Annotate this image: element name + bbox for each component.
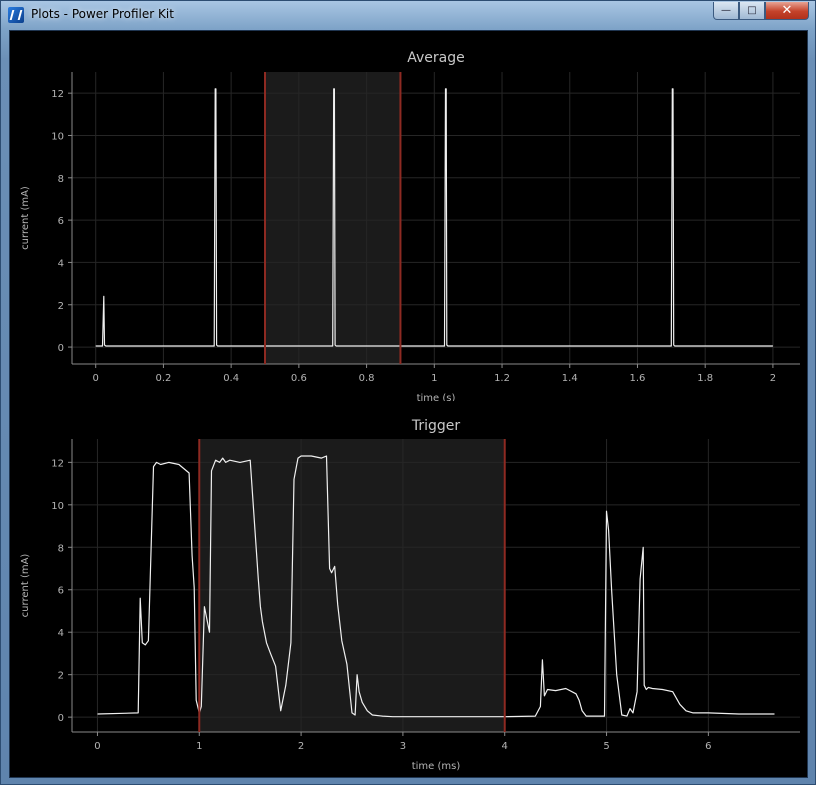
y-axis-label: current (mA) [20, 186, 31, 250]
close-button[interactable]: ✕ [765, 2, 809, 20]
x-tick-label: 0 [93, 373, 99, 384]
y-tick-label: 12 [51, 89, 64, 100]
chart-title: Average [407, 50, 465, 66]
y-tick-label: 4 [58, 628, 64, 639]
y-tick-label: 6 [58, 216, 64, 227]
x-tick-label: 2 [298, 741, 304, 752]
plot-area: Average 0 0.2 0.4 0.6 0.8 1 1.2 1.4 1.6 1.8 2 0 2 4 6 8 1… [9, 30, 808, 778]
power-profiler-icon [8, 7, 24, 23]
x-tick-label: 0 [94, 741, 100, 752]
selection-region[interactable] [199, 439, 505, 732]
y-tick-label: 6 [58, 586, 64, 597]
y-tick-label: 2 [58, 301, 64, 312]
x-tick-label: 1 [431, 373, 437, 384]
chart-title: Trigger [411, 418, 461, 434]
y-tick-label: 0 [58, 713, 64, 724]
x-tick-label: 3 [400, 741, 406, 752]
y-tick-label: 4 [58, 258, 64, 269]
x-tick-label: 1.8 [697, 373, 713, 384]
window-title: Plots - Power Profiler Kit [31, 7, 174, 21]
y-tick-label: 0 [58, 343, 64, 354]
x-tick-label: 2 [770, 373, 776, 384]
x-tick-label: 1 [196, 741, 202, 752]
y-tick-label: 12 [51, 458, 64, 469]
x-tick-label: 6 [705, 741, 711, 752]
x-tick-label: 5 [603, 741, 609, 752]
x-tick-label: 1.4 [562, 373, 578, 384]
x-tick-label: 0.8 [359, 373, 375, 384]
x-axis-label: time (ms) [412, 761, 461, 772]
average-chart[interactable]: Average 0 0.2 0.4 0.6 0.8 1 1.2 1.4 1.6 1.8 2 0 2 4 6 8 1… [10, 31, 807, 401]
y-axis-label: current (mA) [20, 554, 31, 618]
x-tick-label: 0.2 [155, 373, 171, 384]
y-tick-label: 8 [58, 174, 64, 185]
y-tick-label: 8 [58, 543, 64, 554]
x-tick-label: 1.2 [494, 373, 510, 384]
x-tick-label: 1.6 [630, 373, 646, 384]
y-tick-label: 2 [58, 671, 64, 682]
title-bar[interactable]: Plots - Power Profiler Kit — □ ✕ [1, 1, 815, 29]
app-window: Plots - Power Profiler Kit — □ ✕ Average… [0, 0, 816, 785]
minimize-button[interactable]: — [713, 2, 739, 20]
y-tick-label: 10 [51, 131, 64, 142]
y-tick-label: 10 [51, 501, 64, 512]
x-tick-label: 0.4 [223, 373, 239, 384]
x-tick-label: 4 [502, 741, 508, 752]
maximize-button[interactable]: □ [739, 2, 765, 20]
trigger-chart[interactable]: Trigger0 1 2 3 4 5 6024681012time (ms)current … [10, 401, 807, 777]
x-axis-label: time (s) [417, 393, 456, 401]
x-tick-label: 0.6 [291, 373, 307, 384]
